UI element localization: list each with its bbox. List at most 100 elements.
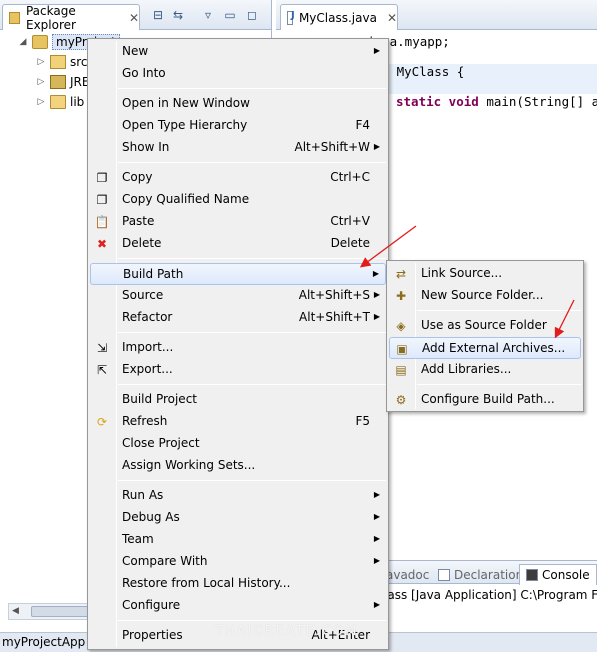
submenu-arrow-icon: ▶ [373, 534, 380, 543]
tab-console[interactable]: Console [519, 564, 597, 585]
menu-item-go-into[interactable]: Go Into [90, 63, 386, 85]
menu-separator [417, 384, 581, 385]
menu-item-label: Restore from Local History... [122, 576, 291, 590]
submenu-item-add-libraries[interactable]: ▤ Add Libraries... [389, 359, 581, 381]
close-icon[interactable]: ✕ [129, 11, 139, 25]
menu-item-label: New [122, 44, 149, 58]
submenu-arrow-icon: ▶ [373, 600, 380, 609]
tab-javadoc[interactable]: avadoc [386, 564, 429, 585]
expand-right-icon[interactable]: ▷ [36, 77, 46, 87]
menu-separator [118, 88, 386, 89]
copy-icon: ❐ [96, 171, 108, 185]
submenu-arrow-icon: ▶ [373, 556, 380, 565]
menu-item-new[interactable]: New ▶ [90, 41, 386, 63]
import-icon: ⇲ [96, 341, 108, 355]
source-folder-icon [50, 55, 66, 69]
menu-item-label: Open Type Hierarchy [122, 118, 248, 132]
menu-item-label: Team [122, 532, 154, 546]
delete-icon: ✖ [96, 237, 108, 251]
tree-item-label: lib [70, 95, 85, 109]
menu-item-import[interactable]: ⇲ Import... [90, 337, 386, 359]
menu-item-close-project[interactable]: Close Project [90, 433, 386, 455]
watermark-text: THAICREATE.COM [215, 624, 359, 639]
menu-item-export[interactable]: ⇱ Export... [90, 359, 386, 381]
menu-item-label: Delete [122, 236, 162, 250]
menu-item-debug-as[interactable]: Debug As ▶ [90, 507, 386, 529]
menu-item-configure[interactable]: Configure ▶ [90, 595, 386, 617]
submenu-item-use-as-source-folder[interactable]: ◈ Use as Source Folder [389, 315, 581, 337]
submenu-item-configure-build-path[interactable]: ⚙ Configure Build Path... [389, 389, 581, 411]
jre-library-icon [50, 75, 66, 89]
menu-item-label: Compare With [122, 554, 208, 568]
submenu-item-add-external-archives[interactable]: ▣ Add External Archives... [389, 337, 581, 359]
jar-archive-icon: ▣ [396, 342, 408, 356]
menu-item-assign-working-sets[interactable]: Assign Working Sets... [90, 455, 386, 477]
menu-item-refactor[interactable]: Refactor Alt+Shift+T ▶ [90, 307, 386, 329]
menu-separator [417, 310, 581, 311]
submenu-arrow-icon: ▶ [373, 490, 380, 499]
menu-item-run-as[interactable]: Run As ▶ [90, 485, 386, 507]
console-icon [526, 569, 538, 581]
submenu-item-new-source-folder[interactable]: ✚ New Source Folder... [389, 285, 581, 307]
submenu-item-label: Add Libraries... [421, 362, 512, 376]
menu-item-label: Export... [122, 362, 173, 376]
configure-build-path-icon: ⚙ [395, 393, 407, 407]
menu-item-copy[interactable]: ❐ Copy Ctrl+C [90, 167, 386, 189]
export-icon: ⇱ [96, 363, 108, 377]
maximize-icon[interactable]: ◻ [244, 8, 260, 22]
collapse-all-icon[interactable]: ⊟ [150, 8, 166, 22]
submenu-arrow-icon: ▶ [372, 269, 379, 278]
minimize-icon[interactable]: ▭ [222, 8, 238, 22]
menu-item-label: Properties [122, 628, 183, 642]
tab-myclass-java[interactable]: MyClass.java ✕ [280, 4, 398, 30]
menu-item-label: Build Project [122, 392, 197, 406]
tab-label: avadoc [386, 567, 430, 582]
menu-item-label: Go Into [122, 66, 166, 80]
menu-item-paste[interactable]: 📋 Paste Ctrl+V [90, 211, 386, 233]
scroll-left-icon[interactable]: ◀ [12, 604, 19, 619]
java-project-icon [32, 35, 48, 49]
view-menu-icon[interactable]: ▿ [200, 8, 216, 22]
menu-item-delete[interactable]: ✖ Delete Delete [90, 233, 386, 255]
submenu-item-label: Configure Build Path... [421, 392, 555, 406]
menu-item-build-path[interactable]: Build Path ▶ [90, 263, 386, 285]
menu-item-refresh[interactable]: ⟳ Refresh F5 [90, 411, 386, 433]
expand-right-icon[interactable]: ▷ [36, 57, 46, 67]
refresh-icon: ⟳ [96, 415, 108, 429]
menu-item-label: Source [122, 288, 164, 302]
submenu-arrow-icon: ▶ [373, 312, 380, 321]
copy-icon: ❐ [96, 193, 108, 207]
menu-item-build-project[interactable]: Build Project [90, 389, 386, 411]
menu-item-show-in[interactable]: Show In Alt+Shift+W ▶ [90, 137, 386, 159]
menu-item-copy-qualified-name[interactable]: ❐ Copy Qualified Name [90, 189, 386, 211]
menu-item-shortcut: Alt+Shift+T [299, 310, 370, 324]
link-with-editor-icon[interactable]: ⇆ [170, 8, 186, 22]
menu-item-label: Build Path [123, 267, 184, 281]
menu-item-shortcut: F5 [355, 414, 370, 428]
menu-item-label: Show In [122, 140, 170, 154]
menu-item-team[interactable]: Team ▶ [90, 529, 386, 551]
menu-item-shortcut: Ctrl+C [330, 170, 370, 184]
submenu-item-link-source[interactable]: ⇄ Link Source... [389, 263, 581, 285]
menu-item-shortcut: Alt+Shift+S [298, 288, 370, 302]
menu-item-restore-from-local-history[interactable]: Restore from Local History... [90, 573, 386, 595]
menu-separator [118, 480, 386, 481]
menu-item-compare-with[interactable]: Compare With ▶ [90, 551, 386, 573]
package-explorer-icon [9, 11, 20, 24]
menu-item-label: Copy [122, 170, 153, 184]
menu-item-source[interactable]: Source Alt+Shift+S ▶ [90, 285, 386, 307]
submenu-item-label: Link Source... [421, 266, 503, 280]
menu-item-label: Open in New Window [122, 96, 250, 110]
menu-item-open-in-new-window[interactable]: Open in New Window [90, 93, 386, 115]
menu-item-shortcut: Delete [330, 236, 370, 250]
menu-item-label: Assign Working Sets... [122, 458, 256, 472]
expand-down-icon[interactable]: ◢ [18, 37, 28, 47]
tab-declaration[interactable]: Declaration [438, 564, 523, 585]
submenu-arrow-icon: ▶ [373, 290, 380, 299]
tree-item-label: src [70, 55, 88, 69]
close-icon[interactable]: ✕ [387, 11, 397, 25]
tab-package-explorer[interactable]: Package Explorer ✕ [2, 4, 140, 32]
menu-item-open-type-hierarchy[interactable]: Open Type Hierarchy F4 [90, 115, 386, 137]
expand-right-icon[interactable]: ▷ [36, 97, 46, 107]
menu-item-label: Paste [122, 214, 155, 228]
